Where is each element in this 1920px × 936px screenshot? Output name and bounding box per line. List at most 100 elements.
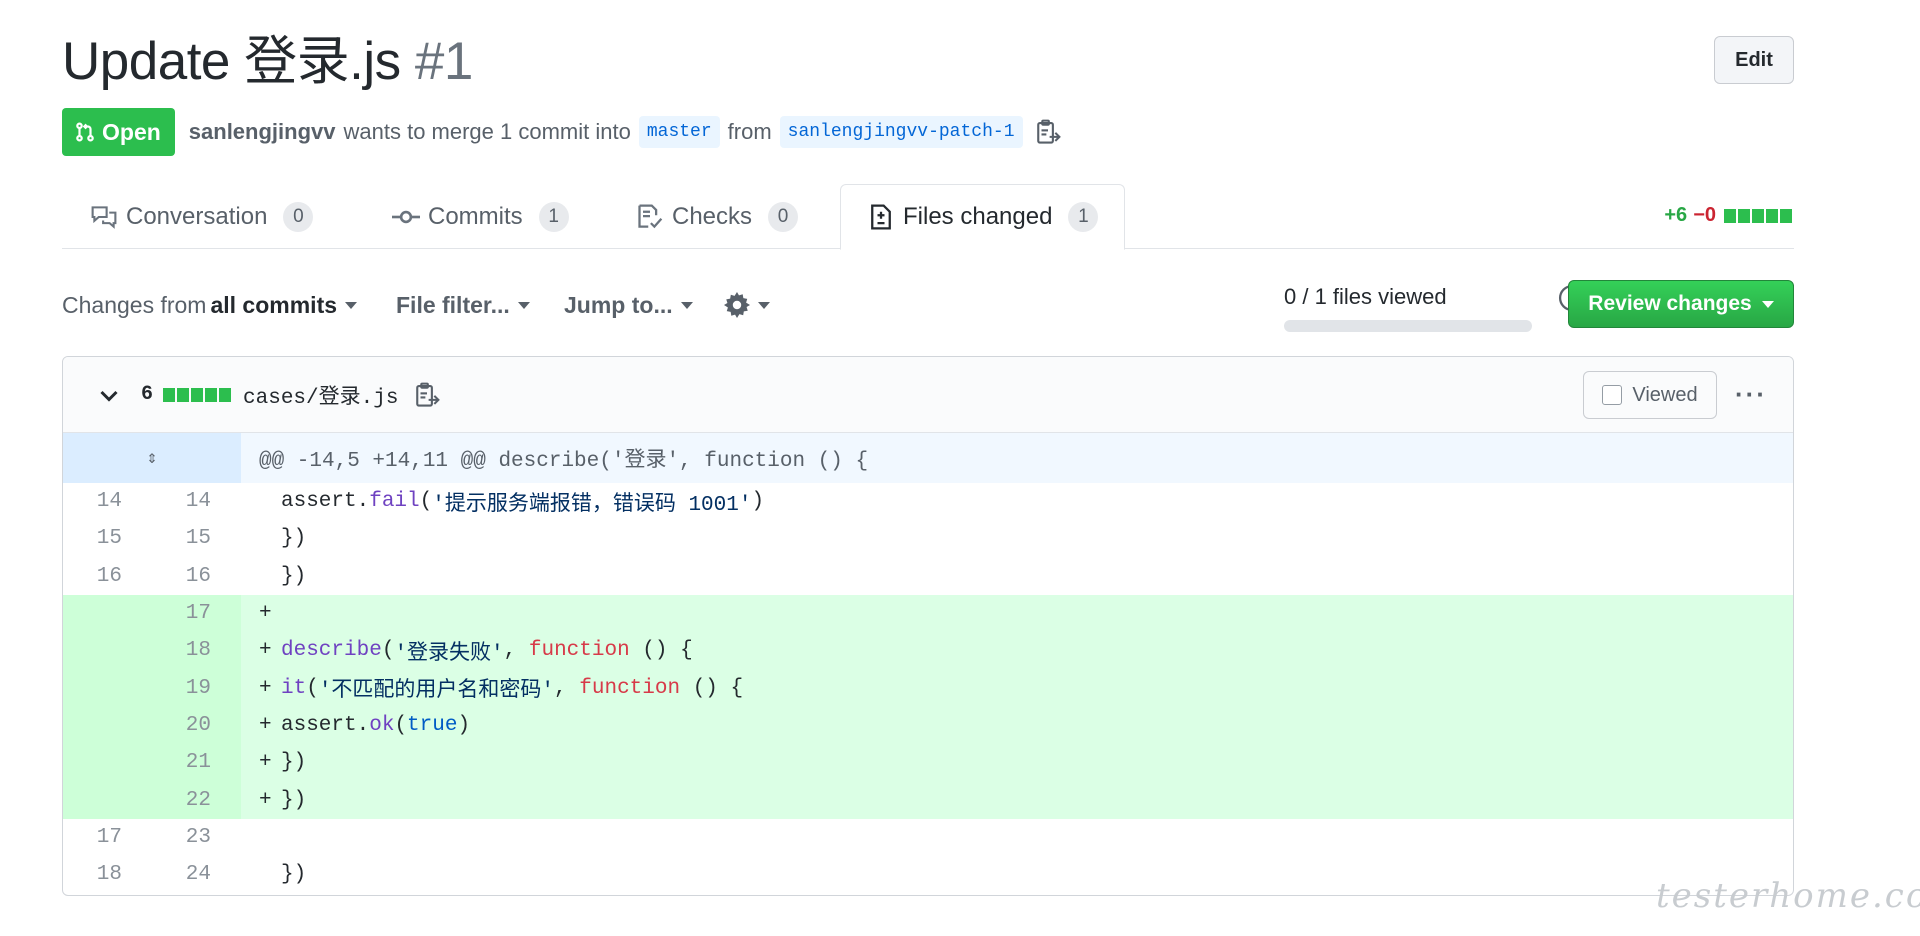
new-line-number[interactable]: 17 [152,594,241,633]
viewed-checkbox[interactable] [1602,385,1623,405]
state-badge: Open [62,108,175,156]
files-toolbar: Changes from all commits File filter... … [62,280,1794,334]
file-path[interactable]: cases/登录.js [243,380,398,410]
old-line-number [63,706,152,745]
new-line-number[interactable]: 18 [152,632,241,670]
diffstat-block [1724,208,1736,223]
changes-from-prefix: Changes from [62,292,207,318]
old-line-number[interactable]: 16 [63,558,152,595]
table-row: 17 23 [63,819,1793,856]
caret-down-icon [1761,300,1774,308]
old-line-number[interactable]: 17 [63,819,152,856]
table-row: 15 15 }) [63,520,1793,557]
tab-label: Checks [672,202,753,230]
additions-count: +6 [1664,204,1688,226]
from-text: from [727,119,772,144]
code-line: + it('不匹配的用户名和密码', function () { [241,669,1793,707]
new-line-number[interactable]: 21 [152,744,241,782]
settings-dropdown[interactable] [724,292,770,318]
diffstat-block [219,387,232,402]
tab-label: Files changed [903,203,1053,230]
pr-number: #1 [414,32,473,91]
merge-description: wants to merge 1 commit into [343,119,631,144]
new-line-number[interactable]: 23 [152,819,241,856]
changes-from-value: all commits [210,292,338,318]
review-changes-button[interactable]: Review changes [1568,280,1794,328]
diffstat-block [1738,208,1750,223]
git-pull-request-icon [76,122,94,142]
state-label: Open [102,118,161,145]
tab-commits[interactable]: Commits 1 [392,184,569,249]
files-viewed-progress: 0 / 1 files viewed [1284,284,1532,332]
old-line-number [63,744,152,782]
title-row: Update 登录.js #1 Edit [62,30,1794,100]
pr-title-text: Update 登录.js [62,32,401,91]
pr-meta: Open sanlengjingvv wants to merge 1 comm… [62,107,1061,157]
tab-files-changed[interactable]: Files changed 1 [840,184,1126,250]
diffstat-block [191,387,204,402]
page-title: Update 登录.js #1 [62,30,1794,94]
tab-counter: 1 [1068,202,1099,232]
jump-to-dropdown[interactable]: Jump to... [564,292,693,319]
added-row: 18 + describe('登录失败', function () { [63,632,1793,670]
author-link[interactable]: sanlengjingvv [189,119,336,145]
file-filter-dropdown[interactable]: File filter... [396,292,530,319]
diffstat-block [1780,208,1792,223]
viewed-checkbox-button[interactable]: Viewed [1583,371,1717,419]
tab-counter: 0 [768,201,799,232]
old-line-number [63,632,152,670]
file-filter-label: File filter... [396,292,510,318]
tab-conversation[interactable]: Conversation 0 [90,184,314,249]
new-line-number[interactable]: 19 [152,669,241,707]
tab-checks[interactable]: Checks 0 [636,184,799,249]
progress-track [1284,320,1532,332]
hunk-header-row: ⇕ @@ -14,5 +14,11 @@ describe('登录', func… [63,433,1793,483]
code-line: }) [281,863,307,887]
watermark: testerhome.com [1656,876,1920,916]
jump-to-label: Jump to... [564,292,673,318]
files-viewed-text: 0 / 1 files viewed [1284,284,1447,309]
added-row: 20 + assert. ok(true) [63,706,1793,745]
diffstat: +6 −0 [1664,204,1794,227]
added-row: 17 + [63,594,1793,633]
diffstat-block [163,387,176,402]
old-line-number[interactable]: 18 [63,856,152,893]
diffstat-block [1752,208,1764,223]
hunk-header: @@ -14,5 +14,11 @@ describe('登录', functi… [259,450,869,473]
caret-down-icon [517,302,530,309]
table-row: 18 24 }) [63,856,1793,893]
diff-table: ⇕ @@ -14,5 +14,11 @@ describe('登录', func… [63,433,1793,893]
clipboard-copy-icon[interactable] [414,381,441,409]
caret-down-icon [680,302,693,309]
clipboard-copy-icon[interactable] [1035,118,1061,146]
code-line: }) [281,564,307,588]
expand-icon[interactable]: ⇕ [63,433,241,483]
chevron-down-icon[interactable] [97,383,121,407]
kebab-horizontal-icon[interactable]: ··· [1735,379,1767,410]
tab-counter: 0 [283,201,314,232]
file-change-count: 6 [141,383,154,406]
new-line-number[interactable]: 22 [152,781,241,819]
old-line-number [63,781,152,819]
old-line-number[interactable]: 14 [63,483,152,520]
old-line-number[interactable]: 15 [63,520,152,557]
new-line-number[interactable]: 16 [152,558,241,595]
new-line-number[interactable]: 24 [152,856,241,893]
checklist-icon [638,203,663,228]
deletions-count: −0 [1693,204,1716,226]
gear-icon [724,292,750,318]
new-line-number[interactable]: 15 [152,520,241,557]
head-branch[interactable]: sanlengjingvv-patch-1 [779,116,1023,148]
base-branch[interactable]: master [638,116,720,148]
changes-from-dropdown[interactable]: Changes from all commits [62,292,358,319]
old-line-number [63,669,152,707]
added-row: 21 + }) [63,744,1793,782]
new-line-number[interactable]: 20 [152,706,241,745]
added-row: 22 + }) [63,781,1793,819]
code-line: + assert. ok(true) [241,706,1793,745]
added-row: 19 + it('不匹配的用户名和密码', function () { [63,669,1793,707]
file-header: 6 cases/登录.js Viewed ··· [63,357,1793,433]
file-diff: 6 cases/登录.js Viewed ··· ⇕ @@ -14,5 +14,… [62,356,1794,896]
edit-button[interactable]: Edit [1714,36,1794,84]
new-line-number[interactable]: 14 [152,483,241,520]
